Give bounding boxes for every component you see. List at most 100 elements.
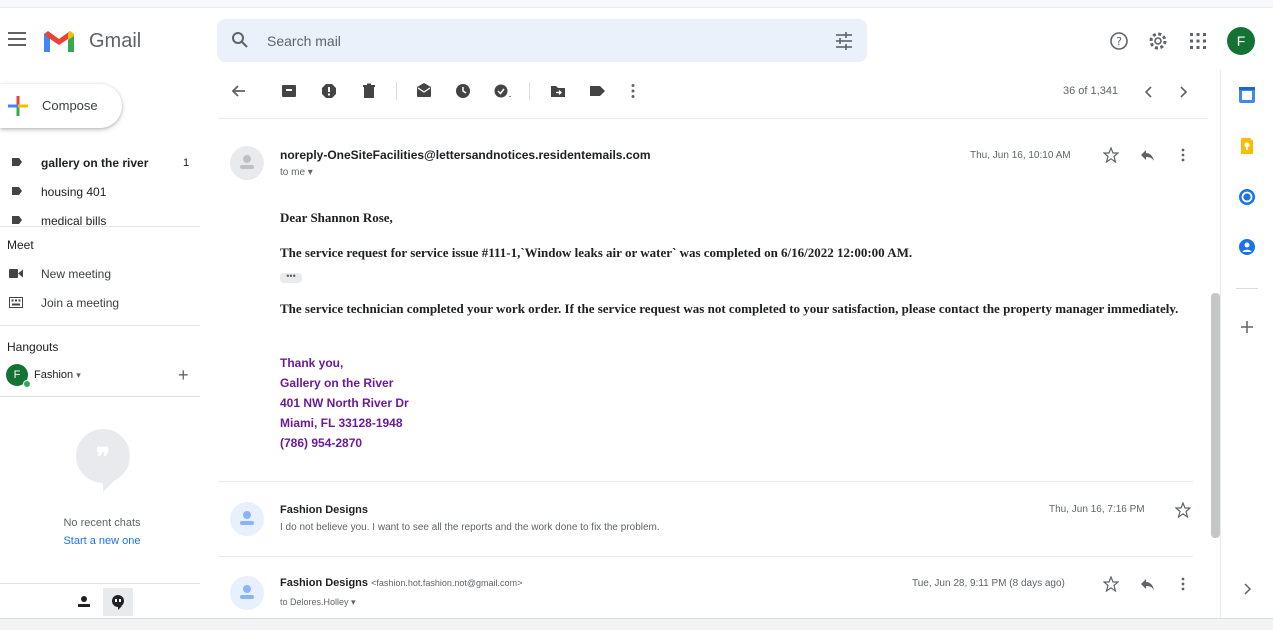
compose-button[interactable]: Compose — [0, 84, 122, 128]
show-trimmed-content-button[interactable]: ••• — [280, 272, 302, 283]
message-sender-name: Fashion Designs — [280, 577, 369, 589]
message-sender-email: <fashion.hot.fashion.not@gmail.com> — [371, 578, 523, 588]
message-divider — [218, 556, 1193, 557]
newer-icon[interactable] — [1140, 83, 1158, 101]
nav-divider — [0, 325, 200, 326]
app-brand: Gmail — [89, 30, 142, 52]
star-icon[interactable] — [1175, 502, 1191, 518]
contacts-icon[interactable] — [1238, 238, 1256, 256]
star-icon[interactable] — [1103, 576, 1119, 592]
label-name: gallery on the river — [41, 156, 149, 170]
more-icon[interactable] — [1175, 576, 1191, 592]
taskbar-strip — [0, 618, 1273, 630]
label-count: 1 — [183, 157, 190, 169]
expand-panel-icon[interactable] — [1238, 580, 1256, 598]
keep-icon[interactable] — [1238, 137, 1256, 155]
no-recent-chats-text: No recent chats — [63, 517, 141, 529]
message-divider — [218, 481, 1193, 482]
message-sender[interactable]: Fashion Designs — [280, 504, 368, 516]
svg-text:❞: ❞ — [96, 443, 110, 473]
compose-label: Compose — [42, 98, 98, 113]
message-snippet[interactable]: I do not believe you. I want to see all … — [280, 522, 660, 533]
reply-icon[interactable] — [1139, 576, 1155, 592]
message-date: Tue, Jun 28, 9:11 PM (8 days ago) — [912, 578, 1065, 589]
label-icon[interactable] — [588, 82, 606, 100]
add-task-icon[interactable]: + — [493, 82, 511, 100]
browser-bookmark-strip — [0, 0, 1273, 8]
nav-divider — [0, 583, 200, 584]
help-icon[interactable]: ? — [1108, 30, 1130, 52]
hangouts-user-name-text: Fashion — [34, 369, 74, 381]
reply-icon[interactable] — [1139, 147, 1155, 163]
hangouts-chat-icon — [112, 595, 124, 610]
join-meeting-label: Join a meeting — [41, 296, 120, 310]
person-icon[interactable] — [73, 591, 95, 613]
label-icon — [12, 187, 22, 195]
nav-divider — [0, 226, 200, 227]
chevron-down-icon: ▾ — [351, 597, 356, 607]
message-sender[interactable]: Fashion Designs <fashion.hot.fashion.not… — [280, 577, 522, 589]
chevron-down-icon: ▾ — [307, 167, 313, 178]
star-icon[interactable] — [1103, 147, 1119, 163]
report-spam-icon[interactable] — [320, 82, 338, 100]
mark-unread-icon[interactable] — [415, 82, 433, 100]
label-icon — [12, 158, 22, 166]
sender-avatar — [230, 146, 264, 180]
side-panel-divider — [1236, 288, 1258, 289]
older-icon[interactable] — [1174, 83, 1192, 101]
add-chat-icon[interactable]: + — [178, 365, 189, 386]
message-greeting: Dear Shannon Rose, — [280, 210, 393, 225]
gmail-logo[interactable] — [42, 28, 76, 54]
search-bar[interactable] — [217, 19, 867, 62]
chat-tab[interactable] — [103, 588, 133, 616]
label-gallery-on-the-river[interactable]: gallery on the river 1 — [0, 150, 200, 176]
message-recipient[interactable]: to me ▾ — [280, 167, 313, 178]
message-date: Thu, Jun 16, 10:10 AM — [970, 150, 1071, 161]
label-list-clip: medical bills — [0, 206, 200, 226]
start-new-chat-link[interactable]: Start a new one — [0, 535, 204, 547]
signature-line: (786) 954-2870 — [280, 436, 363, 450]
archive-icon[interactable] — [280, 82, 298, 100]
signature-line: Thank you, — [280, 356, 344, 370]
label-medical-bills[interactable]: medical bills — [0, 208, 200, 226]
main-menu-icon[interactable] — [8, 32, 26, 48]
label-name: medical bills — [41, 214, 107, 226]
search-icon[interactable] — [231, 31, 249, 49]
message-body-line: The service request for service issue #1… — [280, 245, 913, 260]
toolbar-divider — [218, 118, 1208, 119]
new-meeting-item[interactable]: New meeting — [0, 261, 200, 287]
video-camera-icon — [9, 269, 23, 278]
hangouts-user-name[interactable]: Fashion ▾ — [34, 369, 81, 381]
hangouts-section-title: Hangouts — [7, 340, 59, 354]
calendar-icon[interactable] — [1238, 86, 1256, 104]
meet-section-title: Meet — [7, 238, 34, 252]
add-app-icon[interactable] — [1238, 318, 1256, 336]
settings-icon[interactable] — [1147, 30, 1169, 52]
chat-bubble-icon: ❞ — [76, 429, 130, 492]
back-icon[interactable] — [230, 82, 248, 100]
pagination-text: 36 of 1,341 — [1063, 85, 1119, 97]
move-to-icon[interactable] — [549, 82, 567, 100]
account-avatar[interactable]: F — [1227, 27, 1255, 55]
person-icon — [240, 585, 254, 599]
apps-icon[interactable] — [1187, 30, 1209, 52]
filter-icon[interactable] — [834, 31, 854, 51]
join-meeting-item[interactable]: Join a meeting — [0, 290, 200, 316]
label-housing-401[interactable]: housing 401 — [0, 179, 200, 205]
delete-icon[interactable] — [360, 82, 378, 100]
more-icon[interactable] — [624, 82, 642, 100]
svg-text:+: + — [508, 92, 511, 100]
snooze-icon[interactable] — [454, 82, 472, 100]
scrollbar-thumb[interactable] — [1211, 293, 1220, 538]
message-recipient[interactable]: to Delores.Holley ▾ — [280, 597, 356, 608]
search-input[interactable] — [267, 30, 807, 52]
sender-avatar — [230, 502, 264, 536]
message-sender[interactable]: noreply-OneSiteFacilities@lettersandnoti… — [280, 148, 651, 162]
label-icon — [12, 216, 22, 224]
tasks-icon[interactable] — [1238, 188, 1256, 206]
more-icon[interactable] — [1175, 147, 1191, 163]
message-recipient-text: to Delores.Holley — [280, 597, 349, 607]
side-panel-divider — [1220, 70, 1221, 630]
svg-text:?: ? — [1116, 35, 1122, 48]
person-icon — [240, 155, 254, 169]
